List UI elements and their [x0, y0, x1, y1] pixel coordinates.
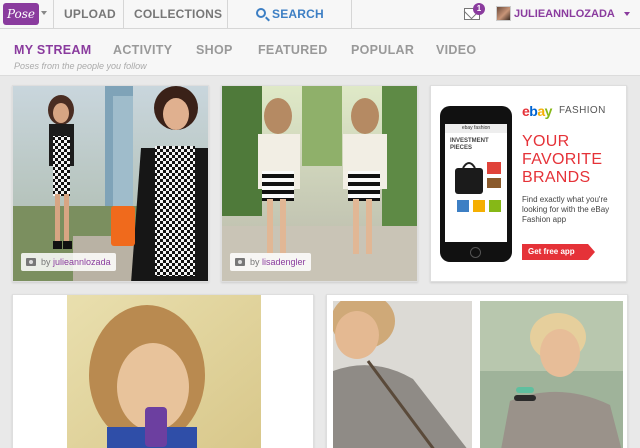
pose-photo-image	[480, 301, 623, 448]
collections-nav-link[interactable]: COLLECTIONS	[123, 0, 236, 29]
photo-credit-user[interactable]: julieannlozada	[53, 257, 111, 267]
get-free-app-button[interactable]: Get free app	[522, 244, 595, 260]
photo-credit[interactable]: by julieannlozada	[21, 253, 116, 271]
pose-photo[interactable]	[333, 301, 472, 448]
pose-card[interactable]	[12, 294, 314, 448]
upload-nav-link[interactable]: UPLOAD	[53, 0, 126, 29]
username-menu[interactable]: JULIEANNLOZADA	[514, 0, 615, 29]
camera-icon	[235, 258, 245, 266]
pose-photo[interactable]	[67, 295, 261, 448]
handbag-image	[455, 162, 501, 212]
user-menu-caret-icon[interactable]	[624, 12, 630, 16]
pose-card[interactable]: by lisadengler	[221, 85, 418, 282]
pose-photo-image	[67, 295, 261, 448]
phone-mockup: ebay fashion INVESTMENT PIECES	[440, 106, 512, 262]
tab-my-stream[interactable]: MY STREAM	[14, 43, 91, 57]
tab-shop[interactable]: SHOP	[196, 43, 233, 57]
tab-popular[interactable]: POPULAR	[351, 43, 414, 57]
search-label: SEARCH	[272, 7, 324, 21]
photo-credit-by: by	[250, 257, 260, 267]
notification-badge: 1	[473, 3, 485, 15]
pose-photo[interactable]	[480, 301, 623, 448]
pose-card[interactable]: by julieannlozada	[12, 85, 209, 282]
phone-screen: ebay fashion INVESTMENT PIECES	[445, 124, 507, 242]
phone-home-button	[470, 247, 481, 258]
photo-credit-by: by	[41, 257, 51, 267]
photo-credit[interactable]: by lisadengler	[230, 253, 311, 271]
ebay-logo[interactable]: ebay	[522, 103, 552, 119]
pose-card[interactable]	[326, 294, 628, 448]
tab-video[interactable]: VIDEO	[436, 43, 476, 57]
tab-activity[interactable]: ACTIVITY	[113, 43, 172, 57]
ad-copy: Find exactly what you're looking for wit…	[522, 195, 610, 224]
pose-photo-image	[333, 301, 472, 448]
search-nav-link[interactable]: SEARCH	[227, 0, 352, 29]
tab-featured[interactable]: FEATURED	[258, 43, 328, 57]
phone-screen-title: INVESTMENT PIECES	[450, 138, 489, 151]
user-avatar[interactable]	[496, 6, 511, 21]
ebay-ad-card[interactable]: ebay fashion INVESTMENT PIECES ebay FASH…	[430, 85, 627, 282]
logo-menu-caret-icon[interactable]	[41, 11, 47, 15]
top-bar: Pose UPLOAD COLLECTIONS SEARCH 1 JULIEAN…	[0, 0, 640, 29]
search-icon	[256, 8, 266, 18]
stream-nav: MY STREAM ACTIVITY SHOP FEATURED POPULAR…	[0, 29, 640, 76]
photo-credit-user[interactable]: lisadengler	[262, 257, 306, 267]
ad-headline: YOUR FAVORITE BRANDS	[522, 133, 603, 186]
ebay-fashion-label: FASHION	[559, 105, 606, 116]
pose-logo[interactable]: Pose	[3, 3, 39, 25]
camera-icon	[26, 258, 36, 266]
phone-screen-header: ebay fashion	[445, 124, 507, 133]
stream-caption: Poses from the people you follow	[14, 61, 147, 71]
